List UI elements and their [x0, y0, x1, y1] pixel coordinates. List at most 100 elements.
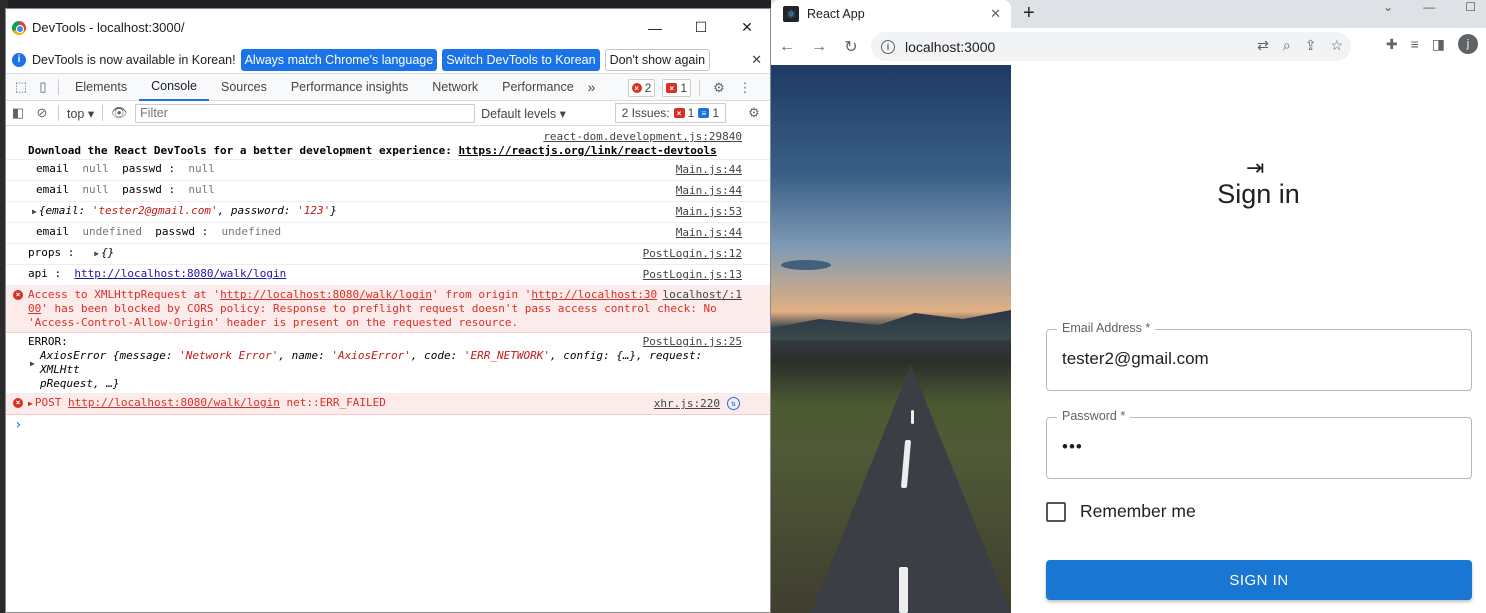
api-url-link[interactable]: http://localhost:8080/walk/login: [74, 267, 286, 280]
log-source-link[interactable]: PostLogin.js:25: [643, 335, 742, 349]
zoom-icon[interactable]: ⌕: [1283, 37, 1291, 54]
new-tab-button[interactable]: +: [1023, 2, 1035, 25]
network-request-icon[interactable]: ⇅: [727, 397, 740, 410]
error-count-badge[interactable]: × 2: [627, 79, 656, 97]
devtools-tabbar: ⬚ ▯ Elements Console Sources Performance…: [6, 74, 770, 101]
log-levels-dropdown[interactable]: Default levels ▾: [481, 106, 566, 121]
remember-me-checkbox[interactable]: Remember me: [1046, 501, 1196, 522]
devtools-window-title: DevTools - localhost:3000/: [32, 20, 185, 35]
console-output: react-dom.development.js:29840 Download …: [6, 126, 770, 435]
tab-sources[interactable]: Sources: [209, 74, 279, 101]
divider: [102, 105, 104, 121]
more-tabs-icon[interactable]: »: [588, 79, 596, 95]
log-source-link[interactable]: Main.js:44: [676, 226, 742, 240]
page-content: ⇥ Sign in Email Address * tester2@gmail.…: [771, 65, 1486, 613]
tab-console[interactable]: Console: [139, 74, 209, 101]
log-source-link[interactable]: localhost/:1: [663, 288, 742, 302]
tab-performance[interactable]: Performance: [490, 74, 586, 101]
close-tab-icon[interactable]: ✕: [990, 6, 1001, 22]
share-icon[interactable]: ⇪: [1305, 37, 1317, 54]
bookmark-star-icon[interactable]: ☆: [1330, 37, 1343, 54]
back-icon[interactable]: ←: [771, 38, 803, 56]
clear-console-icon[interactable]: ⊘: [30, 101, 54, 125]
extensions-puzzle-icon[interactable]: ✚: [1386, 36, 1398, 53]
password-label: Password *: [1057, 409, 1131, 423]
log-row: email null passwd : null Main.js:44: [6, 160, 770, 181]
log-row[interactable]: ▶ {email: 'tester2@gmail.com', password: …: [6, 202, 770, 223]
log-row: ERROR: PostLogin.js:25 ▶ AxiosError {mess…: [6, 333, 770, 394]
console-prompt[interactable]: ›: [6, 415, 770, 435]
address-url[interactable]: localhost:3000: [905, 39, 995, 55]
address-bar[interactable]: i localhost:3000 ⇄ ⌕ ⇪ ☆: [871, 32, 1351, 61]
log-row: react-dom.development.js:29840 Download …: [6, 126, 770, 160]
log-source-link[interactable]: PostLogin.js:12: [643, 247, 742, 261]
minimize-button[interactable]: —: [1423, 0, 1435, 14]
browser-tab[interactable]: ⚛ React App ✕: [771, 0, 1011, 28]
expand-triangle-icon[interactable]: ▶: [94, 249, 99, 258]
expand-triangle-icon[interactable]: ▶: [32, 207, 37, 216]
match-language-button[interactable]: Always match Chrome's language: [240, 48, 438, 71]
context-selector[interactable]: top ▾: [63, 106, 98, 121]
react-devtools-link[interactable]: https://reactjs.org/link/react-devtools: [458, 144, 716, 157]
sign-in-form: ⇥ Sign in Email Address * tester2@gmail.…: [1011, 65, 1486, 613]
minimize-button[interactable]: —: [632, 9, 678, 46]
issue-count-badge[interactable]: × 1: [662, 79, 691, 97]
password-value[interactable]: •••: [1062, 437, 1083, 457]
error-icon: ×: [631, 83, 642, 93]
tab-performance-insights[interactable]: Performance insights: [279, 74, 420, 101]
sidebar-toggle-icon[interactable]: ◧: [6, 101, 30, 125]
divider: [58, 79, 59, 95]
page-title: Sign in: [1217, 179, 1300, 209]
tab-elements[interactable]: Elements: [63, 74, 139, 101]
error-icon: ×: [13, 290, 23, 300]
console-filter-bar: ◧ ⊘ top ▾ 👁 Default levels ▾ 2 Issues: ×…: [6, 101, 770, 126]
log-source-link[interactable]: react-dom.development.js:29840: [543, 130, 742, 144]
console-settings-gear-icon[interactable]: ⚙: [742, 101, 766, 125]
media-queue-icon[interactable]: ≡: [1411, 36, 1419, 52]
devtools-titlebar: DevTools - localhost:3000/ — ☐ ✕: [6, 9, 770, 46]
device-toolbar-icon[interactable]: ▯: [32, 76, 54, 98]
close-window-button[interactable]: ✕: [724, 9, 770, 46]
issues-error-icon: ×: [673, 108, 685, 118]
dont-show-again-button[interactable]: Don't show again: [604, 48, 711, 71]
email-field[interactable]: Email Address * tester2@gmail.com: [1046, 321, 1472, 391]
inspect-element-icon[interactable]: ⬚: [10, 76, 32, 98]
divider: [699, 80, 700, 96]
expand-triangle-icon[interactable]: ▶: [30, 357, 35, 371]
checkbox-icon[interactable]: [1046, 501, 1066, 522]
close-infobar-icon[interactable]: ✕: [751, 52, 762, 68]
road-landscape-image: [771, 65, 1011, 613]
tab-network[interactable]: Network: [420, 74, 490, 101]
log-source-link[interactable]: Main.js:53: [676, 205, 742, 219]
log-source-link[interactable]: PostLogin.js:13: [643, 268, 742, 282]
reload-icon[interactable]: ↻: [835, 37, 867, 57]
sign-in-button[interactable]: SIGN IN: [1046, 560, 1472, 600]
chevron-down-icon[interactable]: ⌄: [1383, 0, 1393, 14]
issues-button[interactable]: 2 Issues: × 1 ≡ 1: [614, 103, 726, 123]
translate-icon[interactable]: ⇄: [1257, 37, 1269, 54]
side-panel-icon[interactable]: ◨: [1432, 36, 1445, 53]
log-source-link[interactable]: Main.js:44: [676, 184, 742, 198]
info-message: DevTools is now available in Korean!: [32, 52, 236, 67]
site-info-icon[interactable]: i: [881, 39, 895, 54]
log-source-link[interactable]: Main.js:44: [676, 163, 742, 177]
more-options-icon[interactable]: ⋮: [734, 77, 756, 99]
live-expression-eye-icon[interactable]: 👁: [107, 101, 131, 125]
error-row: × Access to XMLHttpRequest at 'http://lo…: [6, 286, 770, 333]
maximize-button[interactable]: ☐: [678, 9, 724, 46]
forward-icon[interactable]: →: [803, 38, 835, 56]
browser-tabbar: ⚛ React App ✕ + ⌄ — ☐: [771, 0, 1486, 28]
console-filter-input[interactable]: [135, 103, 476, 123]
login-icon: ⇥: [1246, 155, 1265, 180]
issues-info-icon: ≡: [698, 108, 710, 118]
email-label: Email Address *: [1057, 321, 1156, 335]
email-value[interactable]: tester2@gmail.com: [1062, 349, 1209, 369]
settings-gear-icon[interactable]: ⚙: [708, 77, 730, 99]
log-source-link[interactable]: xhr.js:220: [654, 397, 720, 411]
log-row: email undefined passwd : undefined Main.…: [6, 223, 770, 244]
expand-triangle-icon[interactable]: ▶: [28, 399, 33, 408]
profile-avatar[interactable]: j: [1458, 34, 1478, 54]
switch-korean-button[interactable]: Switch DevTools to Korean: [442, 48, 600, 71]
password-field[interactable]: Password * •••: [1046, 409, 1472, 479]
maximize-button[interactable]: ☐: [1465, 0, 1476, 14]
